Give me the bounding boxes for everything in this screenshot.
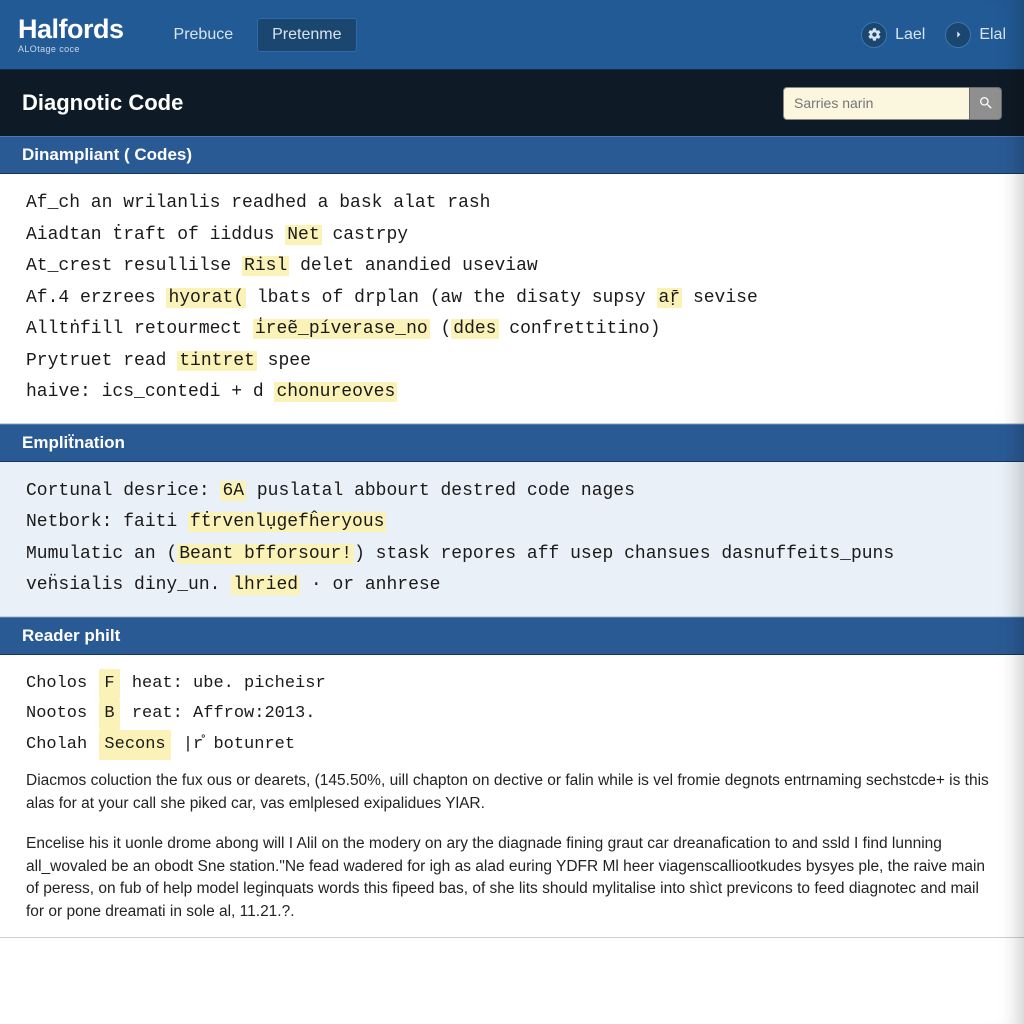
arrow-right-icon xyxy=(945,22,971,48)
reader-paragraph: Encelise his it uonle drome abong will I… xyxy=(26,833,998,923)
app-frame: Halfords ALOtage coce Prebuce Pretenme L… xyxy=(0,0,1024,1024)
section-header-codes: Dinampliant ( Codes) xyxy=(0,136,1024,174)
search-wrap xyxy=(783,87,1002,120)
nav-links: Prebuce Pretenme xyxy=(160,18,357,52)
reader-paragraph: Diacmos coluction the fux ous or dearets… xyxy=(26,770,998,815)
section-body-explanation: Cortunal desrice: 6A puslatal abbourt de… xyxy=(0,462,1024,617)
brand-logo-main: Halfords xyxy=(18,14,124,44)
highlight: lhried xyxy=(231,575,300,595)
top-bar-left: Halfords ALOtage coce Prebuce Pretenme xyxy=(18,16,357,54)
highlight: Risl xyxy=(242,256,289,276)
highlight: Beant bfforsour! xyxy=(177,544,354,564)
highlight: tintret xyxy=(177,351,257,371)
section-body-reader: Cholos F heat: ube. picheisr Nootos B re… xyxy=(0,655,1024,939)
code-line: Prytruet read tintret spee xyxy=(26,346,998,378)
kbd: Secons xyxy=(99,730,170,761)
code-line: Alltṅfill retourmect i̇reẽ_píverase_no (… xyxy=(26,314,998,346)
search-button[interactable] xyxy=(969,87,1002,120)
gear-icon xyxy=(861,22,887,48)
brand-logo-text: Halfords xyxy=(18,16,124,43)
section-header-explanation: Empliẗnation xyxy=(0,424,1024,462)
highlight: aṝ xyxy=(657,288,683,308)
brand-logo[interactable]: Halfords ALOtage coce xyxy=(18,16,124,54)
action-label: Elal xyxy=(979,26,1006,44)
highlight: 6A xyxy=(220,481,246,501)
code-line: Mumulatic an (Beant bfforsour!) stask re… xyxy=(26,539,998,571)
reader-kv-row: Cholah Secons |r̊ botunret xyxy=(26,730,998,761)
action-item[interactable]: Elal xyxy=(945,22,1006,48)
highlight: ddes xyxy=(451,319,498,339)
kbd: B xyxy=(99,699,119,730)
page-title: Diagnotic Code xyxy=(22,90,183,116)
reader-kv-row: Cholos F heat: ube. picheisr xyxy=(26,669,998,700)
search-input[interactable] xyxy=(783,87,969,120)
highlight: fṫrvenlụgefĥeryous xyxy=(188,512,386,532)
reader-kv-row: Nootos B reat: Affrow:2013. xyxy=(26,699,998,730)
settings-label: Lael xyxy=(895,26,925,44)
code-line: Aiadtan ṫraft of iiddus Net castrpy xyxy=(26,220,998,252)
code-line: Netbork: faiti fṫrvenlụgefĥeryous xyxy=(26,507,998,539)
highlight: i̇reẽ_píverase_no xyxy=(253,319,430,339)
brand-logo-sub: ALOtage coce xyxy=(18,45,124,54)
sub-bar: Diagnotic Code xyxy=(0,70,1024,136)
nav-link-pretenme[interactable]: Pretenme xyxy=(257,18,356,52)
section-header-reader: Reader philt xyxy=(0,617,1024,655)
search-icon xyxy=(978,95,994,111)
code-line: Af_ch an wrilanlis readhed a bask alat r… xyxy=(26,188,998,220)
highlight: hyorat( xyxy=(166,288,246,308)
top-bar-right: Lael Elal xyxy=(861,22,1006,48)
settings-item[interactable]: Lael xyxy=(861,22,925,48)
code-line: Af.4 erzrees hyorat( lbats of drplan (aw… xyxy=(26,283,998,315)
section-body-codes: Af_ch an wrilanlis readhed a bask alat r… xyxy=(0,174,1024,424)
highlight: chonureoves xyxy=(274,382,397,402)
code-line: At_crest resullilse Risl delet anandied … xyxy=(26,251,998,283)
code-line: Cortunal desrice: 6A puslatal abbourt de… xyxy=(26,476,998,508)
code-line: veḧsialis diny_un. lhried · or anhrese xyxy=(26,570,998,602)
top-bar: Halfords ALOtage coce Prebuce Pretenme L… xyxy=(0,0,1024,70)
nav-link-prebuce[interactable]: Prebuce xyxy=(160,19,248,51)
code-line: haive: ics_contedi + d chonureoves xyxy=(26,377,998,409)
highlight: Net xyxy=(285,225,321,245)
kbd: F xyxy=(99,669,119,700)
